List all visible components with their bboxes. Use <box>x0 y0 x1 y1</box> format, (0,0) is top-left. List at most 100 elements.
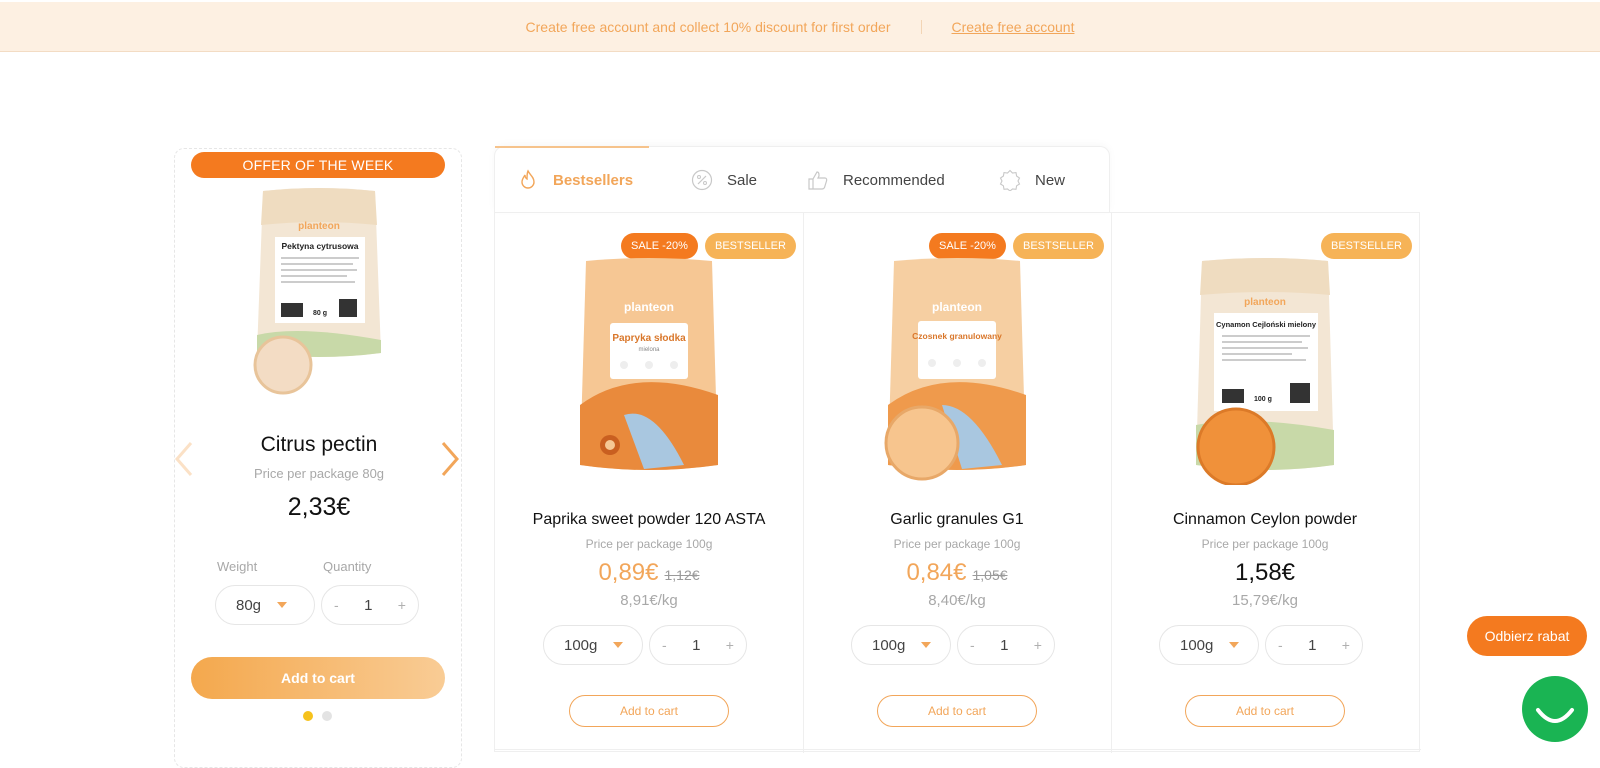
quantity-decrement-button[interactable]: - <box>970 637 975 653</box>
add-to-cart-button[interactable]: Add to cart <box>569 695 729 727</box>
tab-label: Recommended <box>843 171 945 189</box>
price-per-package: Price per package 100g <box>893 537 1021 551</box>
offer-weight-value: 80g <box>236 596 262 614</box>
weight-select[interactable]: 100g <box>1159 625 1259 665</box>
offer-pack-brand: planteon <box>298 221 340 232</box>
quantity-value[interactable]: 1 <box>1000 637 1008 654</box>
add-to-cart-button[interactable]: Add to cart <box>1185 695 1345 727</box>
carousel-dot[interactable] <box>322 711 332 721</box>
carousel-next-arrow-icon[interactable] <box>437 439 461 479</box>
carousel-dot-active[interactable] <box>303 711 313 721</box>
thumbs-up-icon <box>808 171 828 190</box>
offer-add-to-cart-button[interactable]: Add to cart <box>191 657 445 699</box>
price-per-kg: 8,91€/kg <box>620 592 678 609</box>
product-price: 0,84€ 1,05€ <box>803 559 1111 587</box>
offer-quantity-stepper[interactable]: - 1 + <box>321 585 419 625</box>
offer-quantity-value[interactable]: 1 <box>364 597 372 614</box>
add-to-cart-button[interactable]: Add to cart <box>877 695 1037 727</box>
claim-discount-button[interactable]: Odbierz rabat <box>1467 616 1587 656</box>
product-image[interactable]: planteon Papryka słodka mielona <box>574 255 724 485</box>
current-price: 0,84€ <box>906 559 967 586</box>
quantity-decrement-button[interactable]: - <box>662 637 667 653</box>
chat-widget-button[interactable] <box>1522 676 1588 742</box>
offer-product-name[interactable]: Citrus pectin <box>175 433 463 457</box>
product-name[interactable]: Garlic granules G1 <box>803 511 1111 529</box>
quantity-stepper[interactable]: - 1 + <box>957 625 1055 665</box>
chat-icon <box>1536 708 1574 723</box>
tab-label: Bestsellers <box>553 171 634 189</box>
offer-product-image[interactable]: planteon Pektyna cytrusowa 80 g <box>249 185 389 395</box>
current-price: 0,89€ <box>598 559 659 586</box>
price-per-package: Price per package 100g <box>585 537 713 551</box>
current-price: 1,58€ <box>1234 559 1296 586</box>
chevron-down-icon <box>921 642 932 648</box>
new-badge-icon <box>999 169 1021 191</box>
old-price: 1,05€ <box>972 567 1008 583</box>
price-per-kg: 8,40€/kg <box>928 592 986 609</box>
product-image[interactable]: planteon Czosnek granulowany <box>882 255 1032 485</box>
weight-select[interactable]: 100g <box>851 625 951 665</box>
promo-divider <box>920 19 922 34</box>
quantity-stepper[interactable]: - 1 + <box>649 625 747 665</box>
tab-sale[interactable]: Sale <box>691 147 757 213</box>
offer-badge: OFFER OF THE WEEK <box>191 152 445 178</box>
tab-bestsellers[interactable]: Bestsellers <box>517 147 633 213</box>
quantity-stepper[interactable]: - 1 + <box>1265 625 1363 665</box>
chevron-down-icon <box>1229 642 1240 648</box>
quantity-increment-button[interactable]: + <box>726 637 734 653</box>
quantity-decrement-button[interactable]: - <box>1278 637 1283 653</box>
tab-label: Sale <box>727 171 758 189</box>
quantity-increment-button[interactable]: + <box>1342 637 1350 653</box>
price-per-kg: 15,79€/kg <box>1232 592 1298 609</box>
offer-price-per-package: Price per package 80g <box>253 466 385 481</box>
chevron-down-icon <box>277 602 288 608</box>
tab-recommended[interactable]: Recommended <box>807 147 945 213</box>
quantity-increment-button[interactable]: + <box>398 597 406 613</box>
product-price: 1,58€ <box>1111 559 1419 587</box>
pack-brand: planteon <box>1244 297 1286 308</box>
promo-message: Create free account and collect 10% disc… <box>525 18 891 35</box>
offer-pack-title: Pektyna cytrusowa <box>281 241 358 251</box>
product-card: SALE -20% BESTSELLER planteon Czosnek gr… <box>803 213 1111 743</box>
percent-icon <box>691 169 713 191</box>
weight-select[interactable]: 100g <box>543 625 643 665</box>
quantity-value[interactable]: 1 <box>692 637 700 654</box>
weight-value: 100g <box>1180 636 1214 654</box>
product-image[interactable]: planteon Cynamon Cejloński mielony 100 g <box>1190 255 1340 485</box>
product-card: SALE -20% BESTSELLER planteon Papryka sł… <box>495 213 803 743</box>
promo-bar: Create free account and collect 10% disc… <box>0 2 1600 52</box>
product-name[interactable]: Paprika sweet powder 120 ASTA <box>495 511 803 529</box>
quantity-increment-button[interactable]: + <box>1034 637 1042 653</box>
offer-weight-select[interactable]: 80g <box>215 585 315 625</box>
weight-value: 100g <box>872 636 906 654</box>
offer-price: 2,33€ <box>287 493 351 521</box>
create-account-link[interactable]: Create free account <box>952 19 1075 35</box>
pack-title: Cynamon Cejloński mielony <box>1216 320 1317 329</box>
quantity-decrement-button[interactable]: - <box>334 597 339 613</box>
weight-label: Weight <box>217 559 258 574</box>
old-price: 1,12€ <box>664 567 700 583</box>
pack-weight: 100 g <box>1254 396 1272 403</box>
grid-divider <box>495 749 1421 750</box>
offer-pack-weight: 80 g <box>313 310 327 317</box>
quantity-value[interactable]: 1 <box>1308 637 1316 654</box>
product-price: 0,89€ 1,12€ <box>495 559 803 587</box>
product-grid: SALE -20% BESTSELLER planteon Papryka sł… <box>494 212 1421 753</box>
pack-brand: planteon <box>624 300 674 314</box>
tab-new[interactable]: New <box>999 147 1065 213</box>
weight-value: 100g <box>564 636 598 654</box>
flame-icon <box>521 169 535 189</box>
product-card: BESTSELLER planteon Cynamon Cejloński mi… <box>1111 213 1419 743</box>
product-name[interactable]: Cinnamon Ceylon powder <box>1111 511 1419 529</box>
pack-subtitle: mielona <box>638 347 660 353</box>
price-per-package: Price per package 100g <box>1201 537 1329 551</box>
quantity-label: Quantity <box>323 559 372 574</box>
pack-title: Czosnek granulowany <box>912 331 1002 341</box>
pack-brand: planteon <box>932 300 982 314</box>
product-tabs: Bestsellers Sale Recommended New <box>494 146 1110 212</box>
tab-label: New <box>1035 171 1066 189</box>
offer-of-the-week-card: OFFER OF THE WEEK planteon Pektyna cytru… <box>174 148 462 768</box>
carousel-prev-arrow-icon[interactable] <box>173 439 197 479</box>
pack-title: Papryka słodka <box>612 333 686 344</box>
chevron-down-icon <box>613 642 624 648</box>
